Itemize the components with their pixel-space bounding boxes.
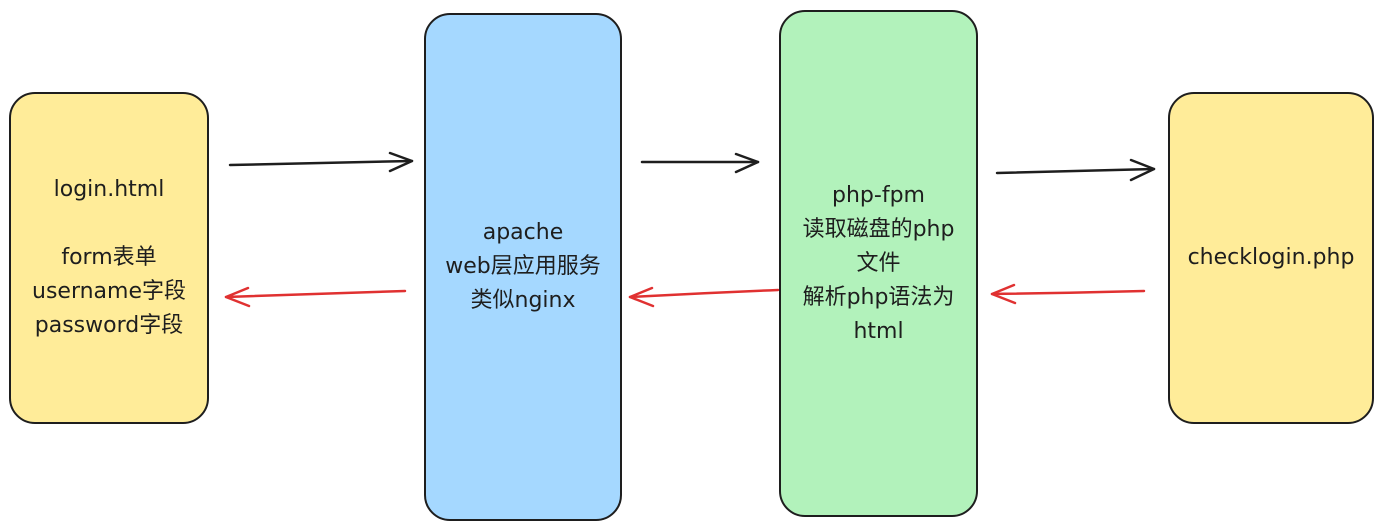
arrow-apache-to-fpm [640,152,760,174]
node-fpm-label: php-fpm 读取磁盘的php文件 解析php语法为html [802,182,955,344]
node-login-html: login.html form表单 username字段 password字段 [9,92,209,424]
node-checklogin-php: checklogin.php [1168,92,1374,424]
node-login-label: login.html form表单 username字段 password字段 [32,177,186,338]
arrow-fpm-to-check [995,158,1156,182]
arrow-fpm-to-apache [628,286,780,308]
node-php-fpm: php-fpm 读取磁盘的php文件 解析php语法为html [779,10,978,517]
arrow-login-to-apache [228,151,414,173]
node-apache: apache web层应用服务 类似nginx [424,13,622,521]
node-apache-label: apache web层应用服务 类似nginx [445,220,601,313]
node-check-label: checklogin.php [1187,245,1355,270]
arrow-check-to-fpm [990,283,1146,305]
arrow-apache-to-login [224,286,407,308]
